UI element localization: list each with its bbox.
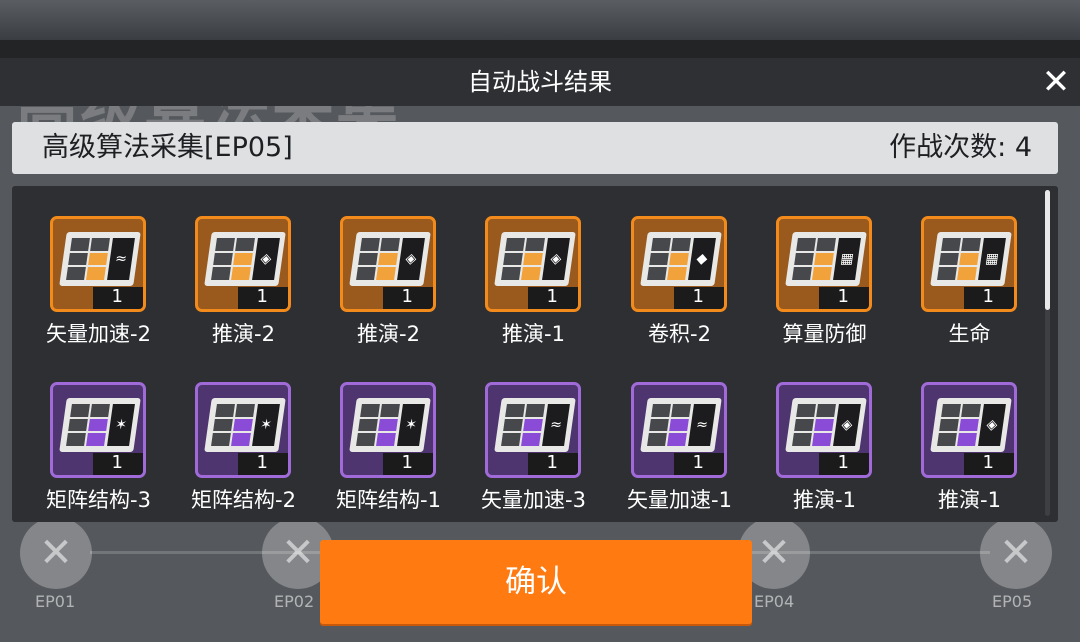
item-name: 推演-1	[938, 488, 1001, 512]
chip-card: ◈	[930, 398, 1012, 452]
chip-symbol-icon: ◈	[252, 238, 280, 280]
chip-card: ◈	[785, 398, 867, 452]
chip-symbol-icon: ◆	[688, 238, 716, 280]
algorithm-chip-icon: ✶ 1	[340, 382, 436, 478]
stage-info-bar: 高级算法采集[EP05] 作战次数: 4	[12, 122, 1058, 174]
chip-symbol-icon: ✶	[252, 404, 280, 446]
algorithm-chip-icon: ≈1	[485, 382, 581, 478]
background-episode-label: EP01	[35, 592, 76, 611]
item-quantity: 1	[401, 286, 413, 307]
chip-card: ≈	[640, 398, 722, 452]
reward-list[interactable]: ≈1 矢量加速-2 ◈ 1 推演-2 ◈ 1 推演-2 ◈ 1 推演-1 ◆ 1 卷积-2 ▦ 1 算量防御 ▦ 1…	[12, 186, 1058, 522]
dialog-header: 自动战斗结果 ✕	[0, 58, 1080, 106]
item-quantity: 1	[401, 452, 413, 473]
item-name: 矩阵结构-1	[336, 488, 441, 512]
reward-item[interactable]: ◆ 1 卷积-2	[607, 216, 752, 366]
item-quantity: 1	[546, 286, 558, 307]
scrollbar-thumb[interactable]	[1045, 190, 1050, 310]
item-quantity: 1	[111, 286, 123, 307]
item-quantity: 1	[256, 452, 268, 473]
item-name: 矩阵结构-2	[191, 488, 296, 512]
chip-card: ✶	[59, 398, 141, 452]
chip-symbol-icon: ✶	[397, 404, 425, 446]
chip-symbol-icon: ≈	[107, 238, 135, 280]
stage-name: 高级算法采集[EP05]	[42, 132, 293, 163]
algorithm-chip-icon: ✶ 1	[195, 382, 291, 478]
reward-item[interactable]: ◈ 1 推演-1	[752, 382, 897, 532]
algorithm-chip-icon: ▦ 1	[776, 216, 872, 312]
reward-item[interactable]: ▦ 1 生命	[897, 216, 1042, 366]
item-quantity: 1	[837, 452, 849, 473]
chip-symbol-icon: ▦	[833, 238, 861, 280]
background-episode-label: EP02	[274, 592, 315, 611]
battle-count: 作战次数: 4	[889, 132, 1032, 163]
chip-card: ◆	[640, 232, 722, 286]
chip-card: ✶	[204, 398, 286, 452]
reward-item[interactable]: ≈1 矢量加速-1	[607, 382, 752, 532]
chip-card: ✶	[349, 398, 431, 452]
item-name: 推演-1	[793, 488, 856, 512]
item-name: 生命	[948, 322, 991, 346]
algorithm-chip-icon: ◈ 1	[776, 382, 872, 478]
algorithm-chip-icon: ◈ 1	[340, 216, 436, 312]
item-quantity: 1	[982, 452, 994, 473]
item-name: 算量防御	[782, 322, 867, 346]
reward-item[interactable]: ✶ 1 矩阵结构-2	[171, 382, 316, 532]
chip-symbol-icon: ◈	[397, 238, 425, 280]
item-name: 推演-1	[502, 322, 565, 346]
algorithm-chip-icon: ◈ 1	[195, 216, 291, 312]
algorithm-chip-icon: ≈1	[50, 216, 146, 312]
item-quantity: 1	[546, 452, 558, 473]
algorithm-chip-icon: ◆ 1	[631, 216, 727, 312]
reward-item[interactable]: ◈ 1 推演-2	[316, 216, 461, 366]
chip-card: ▦	[930, 232, 1012, 286]
item-name: 矢量加速-1	[627, 488, 732, 512]
chip-card: ◈	[349, 232, 431, 286]
item-quantity: 1	[692, 286, 704, 307]
item-quantity: 1	[692, 452, 704, 473]
item-name: 矢量加速-2	[46, 322, 151, 346]
algorithm-chip-icon: ≈1	[631, 382, 727, 478]
chip-card: ≈	[494, 398, 576, 452]
item-name: 矢量加速-3	[481, 488, 586, 512]
item-name: 推演-2	[357, 322, 420, 346]
reward-item[interactable]: ✶ 1 矩阵结构-1	[316, 382, 461, 532]
close-icon[interactable]: ✕	[1038, 64, 1074, 100]
reward-item[interactable]: ≈1 矢量加速-2	[26, 216, 171, 366]
item-quantity: 1	[111, 452, 123, 473]
item-quantity: 1	[837, 286, 849, 307]
reward-item[interactable]: ▦ 1 算量防御	[752, 216, 897, 366]
chip-symbol-icon: ≈	[688, 404, 716, 446]
chip-card: ≈	[59, 232, 141, 286]
algorithm-chip-icon: ✶ 1	[50, 382, 146, 478]
reward-item[interactable]: ◈ 1 推演-1	[461, 216, 606, 366]
reward-item[interactable]: ◈ 1 推演-2	[171, 216, 316, 366]
chip-card: ▦	[785, 232, 867, 286]
chip-card: ◈	[204, 232, 286, 286]
algorithm-chip-icon: ▦ 1	[921, 216, 1017, 312]
background-episode-label: EP05	[992, 592, 1033, 611]
item-name: 卷积-2	[648, 322, 711, 346]
chip-symbol-icon: ◈	[542, 238, 570, 280]
confirm-button[interactable]: 确认	[320, 540, 752, 624]
chip-symbol-icon: ≈	[542, 404, 570, 446]
algorithm-chip-icon: ◈ 1	[921, 382, 1017, 478]
dialog-title: 自动战斗结果	[468, 68, 612, 96]
chip-symbol-icon: ◈	[833, 404, 861, 446]
background-top	[0, 0, 1080, 40]
item-quantity: 1	[982, 286, 994, 307]
item-name: 推演-2	[212, 322, 275, 346]
chip-card: ◈	[494, 232, 576, 286]
chip-symbol-icon: ◈	[978, 404, 1006, 446]
chip-symbol-icon: ✶	[107, 404, 135, 446]
reward-item[interactable]: ≈1 矢量加速-3	[461, 382, 606, 532]
reward-item[interactable]: ◈ 1 推演-1	[897, 382, 1042, 532]
item-quantity: 1	[256, 286, 268, 307]
reward-item[interactable]: ✶ 1 矩阵结构-3	[26, 382, 171, 532]
background-strip	[0, 40, 1080, 60]
background-episode-label: EP04	[754, 592, 795, 611]
chip-symbol-icon: ▦	[978, 238, 1006, 280]
item-name: 矩阵结构-3	[46, 488, 151, 512]
algorithm-chip-icon: ◈ 1	[485, 216, 581, 312]
